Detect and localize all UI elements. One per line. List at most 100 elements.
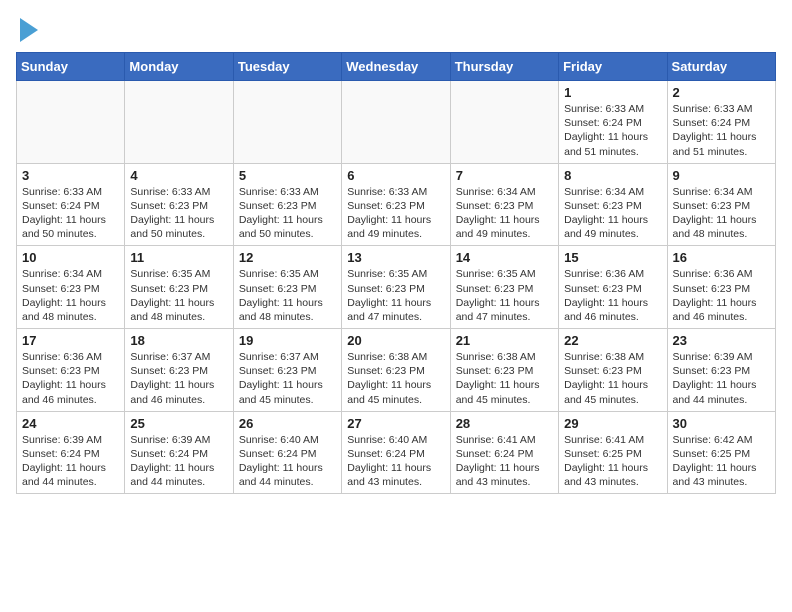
calendar-cell: 9Sunrise: 6:34 AM Sunset: 6:23 PM Daylig… [667,163,775,246]
cell-info: Sunrise: 6:34 AM Sunset: 6:23 PM Dayligh… [456,185,553,242]
day-number: 13 [347,250,444,265]
calendar-cell [125,81,233,164]
day-number: 19 [239,333,336,348]
cell-info: Sunrise: 6:36 AM Sunset: 6:23 PM Dayligh… [22,350,119,407]
cell-info: Sunrise: 6:41 AM Sunset: 6:25 PM Dayligh… [564,433,661,490]
calendar-cell: 2 Sunrise: 6:33 AM Sunset: 6:24 PM Daylig… [667,81,775,164]
calendar-cell: 22Sunrise: 6:38 AM Sunset: 6:23 PM Dayli… [559,329,667,412]
calendar-cell: 12 Sunrise: 6:35 AM Sunset: 6:23 PM Dayli… [233,246,341,329]
day-number: 2 [673,85,770,100]
cell-info: Sunrise: 6:41 AM Sunset: 6:24 PM Dayligh… [456,433,553,490]
day-number: 27 [347,416,444,431]
day-number: 21 [456,333,553,348]
calendar-header-row: SundayMondayTuesdayWednesdayThursdayFrid… [17,53,776,81]
cell-info: Sunrise: 6:34 AM Sunset: 6:23 PM Dayligh… [564,185,661,242]
calendar-cell: 27 Sunrise: 6:40 AM Sunset: 6:24 PM Dayli… [342,411,450,494]
calendar-cell: 28 Sunrise: 6:41 AM Sunset: 6:24 PM Dayli… [450,411,558,494]
calendar-cell: 3 Sunrise: 6:33 AM Sunset: 6:24 PM Daylig… [17,163,125,246]
day-number: 4 [130,168,227,183]
calendar-week-4: 17 Sunrise: 6:36 AM Sunset: 6:23 PM Dayli… [17,329,776,412]
calendar-cell: 6 Sunrise: 6:33 AM Sunset: 6:23 PM Daylig… [342,163,450,246]
calendar-cell: 10 Sunrise: 6:34 AM Sunset: 6:23 PM Dayli… [17,246,125,329]
calendar-cell [342,81,450,164]
calendar-cell: 20 Sunrise: 6:38 AM Sunset: 6:23 PM Dayli… [342,329,450,412]
day-number: 22 [564,333,661,348]
cell-info: Sunrise: 6:39 AM Sunset: 6:23 PM Dayligh… [673,350,770,407]
cell-info: Sunrise: 6:34 AM Sunset: 6:23 PM Dayligh… [22,267,119,324]
day-number: 25 [130,416,227,431]
day-number: 23 [673,333,770,348]
cell-info: Sunrise: 6:36 AM Sunset: 6:23 PM Dayligh… [564,267,661,324]
calendar-cell: 25 Sunrise: 6:39 AM Sunset: 6:24 PM Dayli… [125,411,233,494]
calendar-cell: 7Sunrise: 6:34 AM Sunset: 6:23 PM Daylig… [450,163,558,246]
cell-info: Sunrise: 6:33 AM Sunset: 6:24 PM Dayligh… [673,102,770,159]
day-number: 11 [130,250,227,265]
cell-info: Sunrise: 6:42 AM Sunset: 6:25 PM Dayligh… [673,433,770,490]
calendar-cell [233,81,341,164]
day-number: 14 [456,250,553,265]
weekday-header-wednesday: Wednesday [342,53,450,81]
cell-info: Sunrise: 6:37 AM Sunset: 6:23 PM Dayligh… [239,350,336,407]
cell-info: Sunrise: 6:33 AM Sunset: 6:23 PM Dayligh… [130,185,227,242]
day-number: 30 [673,416,770,431]
day-number: 5 [239,168,336,183]
weekday-header-tuesday: Tuesday [233,53,341,81]
day-number: 28 [456,416,553,431]
weekday-header-sunday: Sunday [17,53,125,81]
weekday-header-saturday: Saturday [667,53,775,81]
day-number: 10 [22,250,119,265]
logo-arrow-icon [20,16,40,44]
calendar-cell: 1 Sunrise: 6:33 AM Sunset: 6:24 PM Daylig… [559,81,667,164]
calendar-week-3: 10 Sunrise: 6:34 AM Sunset: 6:23 PM Dayli… [17,246,776,329]
calendar-cell: 16 Sunrise: 6:36 AM Sunset: 6:23 PM Dayli… [667,246,775,329]
day-number: 16 [673,250,770,265]
calendar-cell: 23 Sunrise: 6:39 AM Sunset: 6:23 PM Dayli… [667,329,775,412]
cell-info: Sunrise: 6:35 AM Sunset: 6:23 PM Dayligh… [239,267,336,324]
calendar-cell: 5 Sunrise: 6:33 AM Sunset: 6:23 PM Daylig… [233,163,341,246]
day-number: 3 [22,168,119,183]
cell-info: Sunrise: 6:39 AM Sunset: 6:24 PM Dayligh… [22,433,119,490]
cell-info: Sunrise: 6:36 AM Sunset: 6:23 PM Dayligh… [673,267,770,324]
logo [16,16,40,44]
calendar-cell: 14 Sunrise: 6:35 AM Sunset: 6:23 PM Dayli… [450,246,558,329]
cell-info: Sunrise: 6:37 AM Sunset: 6:23 PM Dayligh… [130,350,227,407]
calendar-cell: 24Sunrise: 6:39 AM Sunset: 6:24 PM Dayli… [17,411,125,494]
calendar-cell: 11 Sunrise: 6:35 AM Sunset: 6:23 PM Dayli… [125,246,233,329]
cell-info: Sunrise: 6:33 AM Sunset: 6:23 PM Dayligh… [239,185,336,242]
cell-info: Sunrise: 6:40 AM Sunset: 6:24 PM Dayligh… [239,433,336,490]
calendar-cell: 18 Sunrise: 6:37 AM Sunset: 6:23 PM Dayli… [125,329,233,412]
calendar-cell: 21 Sunrise: 6:38 AM Sunset: 6:23 PM Dayli… [450,329,558,412]
calendar-cell: 19 Sunrise: 6:37 AM Sunset: 6:23 PM Dayli… [233,329,341,412]
cell-info: Sunrise: 6:40 AM Sunset: 6:24 PM Dayligh… [347,433,444,490]
cell-info: Sunrise: 6:35 AM Sunset: 6:23 PM Dayligh… [456,267,553,324]
calendar-cell: 17 Sunrise: 6:36 AM Sunset: 6:23 PM Dayli… [17,329,125,412]
calendar-week-1: 1 Sunrise: 6:33 AM Sunset: 6:24 PM Daylig… [17,81,776,164]
day-number: 17 [22,333,119,348]
day-number: 9 [673,168,770,183]
calendar-week-5: 24Sunrise: 6:39 AM Sunset: 6:24 PM Dayli… [17,411,776,494]
cell-info: Sunrise: 6:33 AM Sunset: 6:24 PM Dayligh… [22,185,119,242]
day-number: 18 [130,333,227,348]
day-number: 8 [564,168,661,183]
day-number: 1 [564,85,661,100]
cell-info: Sunrise: 6:35 AM Sunset: 6:23 PM Dayligh… [347,267,444,324]
cell-info: Sunrise: 6:35 AM Sunset: 6:23 PM Dayligh… [130,267,227,324]
calendar-cell: 30 Sunrise: 6:42 AM Sunset: 6:25 PM Dayli… [667,411,775,494]
calendar-cell: 4 Sunrise: 6:33 AM Sunset: 6:23 PM Daylig… [125,163,233,246]
page-header [16,16,776,44]
cell-info: Sunrise: 6:33 AM Sunset: 6:23 PM Dayligh… [347,185,444,242]
cell-info: Sunrise: 6:33 AM Sunset: 6:24 PM Dayligh… [564,102,661,159]
cell-info: Sunrise: 6:38 AM Sunset: 6:23 PM Dayligh… [347,350,444,407]
day-number: 20 [347,333,444,348]
cell-info: Sunrise: 6:38 AM Sunset: 6:23 PM Dayligh… [456,350,553,407]
calendar-cell: 13 Sunrise: 6:35 AM Sunset: 6:23 PM Dayli… [342,246,450,329]
calendar-cell: 29 Sunrise: 6:41 AM Sunset: 6:25 PM Dayli… [559,411,667,494]
day-number: 12 [239,250,336,265]
calendar-cell [17,81,125,164]
calendar-cell [450,81,558,164]
cell-info: Sunrise: 6:39 AM Sunset: 6:24 PM Dayligh… [130,433,227,490]
day-number: 6 [347,168,444,183]
weekday-header-monday: Monday [125,53,233,81]
day-number: 29 [564,416,661,431]
weekday-header-friday: Friday [559,53,667,81]
